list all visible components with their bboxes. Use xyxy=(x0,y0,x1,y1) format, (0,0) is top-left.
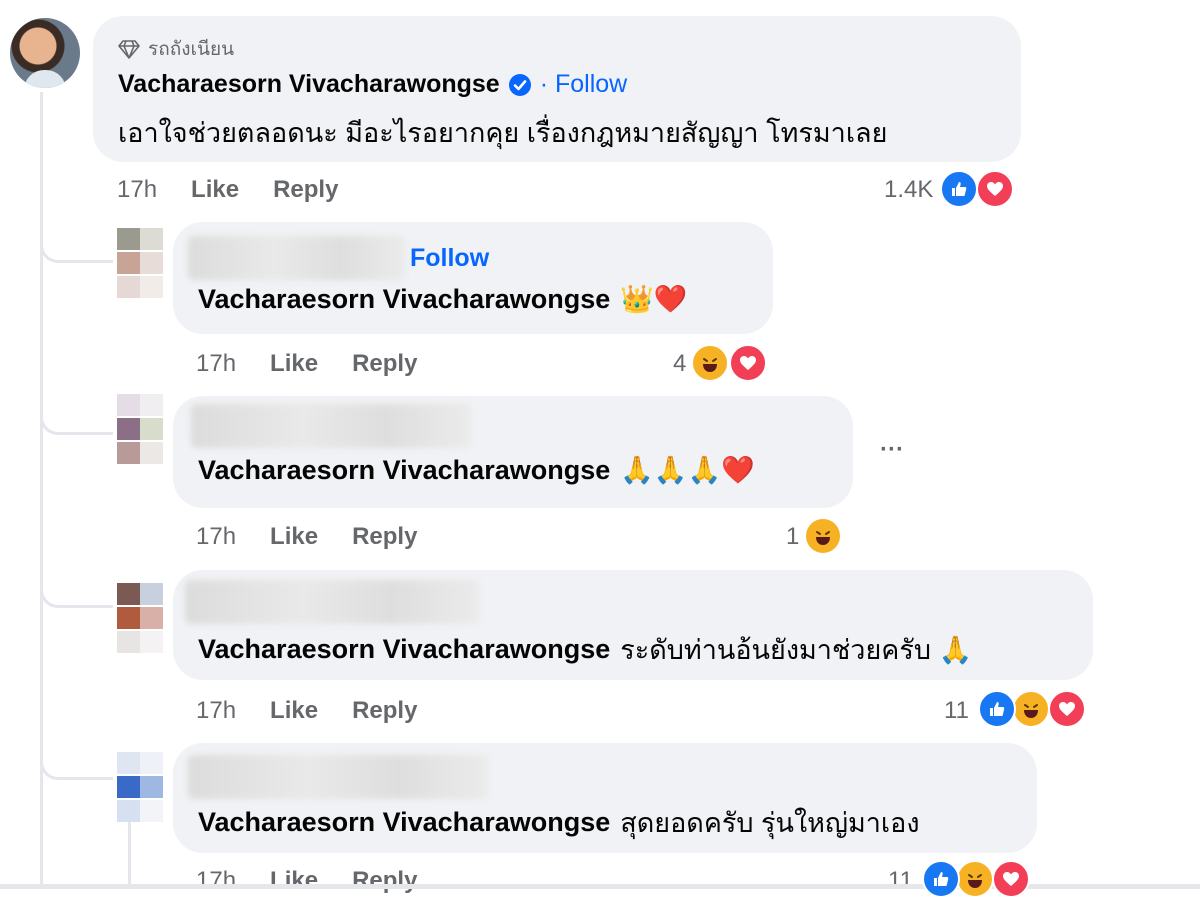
reaction-count[interactable]: 11 xyxy=(888,867,913,895)
avatar[interactable] xyxy=(117,752,163,822)
reply-actions: 17h Like Reply xyxy=(196,523,417,551)
reaction-count[interactable]: 4 xyxy=(673,350,686,378)
haha-reaction-icon xyxy=(804,517,842,555)
reply-button[interactable]: Reply xyxy=(352,523,417,550)
reply-bubble: Vacharaesorn Vivacharawongse 🙏🙏🙏❤️ xyxy=(173,396,853,508)
comment-text: เอาใจช่วยตลอดนะ มีอะไรอยากคุย เรื่องกฎหม… xyxy=(118,118,888,148)
follow-button[interactable]: Follow xyxy=(410,244,489,273)
blurred-author-name xyxy=(191,404,471,448)
timestamp[interactable]: 17h xyxy=(196,523,236,550)
reply-button[interactable]: Reply xyxy=(273,176,338,203)
diamond-icon xyxy=(118,38,140,60)
thread-branch xyxy=(40,410,113,435)
thread-branch xyxy=(40,238,113,263)
reaction-count[interactable]: 1.4K xyxy=(884,176,933,204)
reply-actions: 17h Like Reply xyxy=(196,697,417,725)
follow-button[interactable]: · Follow xyxy=(540,70,628,99)
haha-reaction-icon xyxy=(691,344,729,382)
reply-text: 🙏🙏🙏❤️ xyxy=(620,455,755,485)
reply-button[interactable]: Reply xyxy=(352,697,417,724)
comment-bubble: รถถังเนียน Vacharaesorn Vivacharawongse … xyxy=(93,16,1021,162)
reply-text: ระดับท่านอ้นยังมาช่วยครับ 🙏 xyxy=(620,635,973,665)
reaction-count[interactable]: 11 xyxy=(944,697,969,725)
reply-text: 👑❤️ xyxy=(620,284,688,314)
thread-branch xyxy=(40,583,113,608)
like-button[interactable]: Like xyxy=(270,867,318,894)
haha-reaction-icon xyxy=(1012,690,1050,728)
reply-bubble: Follow Vacharaesorn Vivacharawongse 👑❤️ xyxy=(173,222,773,334)
reaction-count[interactable]: 1 xyxy=(786,523,799,551)
love-reaction-icon xyxy=(976,170,1014,208)
reply-button[interactable]: Reply xyxy=(352,867,417,894)
verified-badge-icon xyxy=(508,73,532,97)
reply-actions: 17h Like Reply xyxy=(196,867,417,895)
blurred-author-name xyxy=(188,236,406,280)
avatar[interactable] xyxy=(117,583,163,653)
like-button[interactable]: Like xyxy=(270,697,318,724)
mention-link[interactable]: Vacharaesorn Vivacharawongse xyxy=(198,455,610,486)
like-button[interactable]: Like xyxy=(270,350,318,377)
comment-actions: 17h Like Reply xyxy=(117,176,338,204)
thread-branch xyxy=(40,755,113,780)
reply-bubble: Vacharaesorn Vivacharawongse ระดับท่านอ้… xyxy=(173,570,1093,680)
love-reaction-icon xyxy=(1048,690,1086,728)
blurred-author-name xyxy=(185,580,480,624)
timestamp[interactable]: 17h xyxy=(196,697,236,724)
reply-text: สุดยอดครับ รุ่นใหญ่มาเอง xyxy=(620,808,920,838)
blurred-author-name xyxy=(188,755,488,799)
love-reaction-icon xyxy=(729,344,767,382)
reply-actions: 17h Like Reply xyxy=(196,350,417,378)
timestamp[interactable]: 17h xyxy=(196,867,236,894)
like-button[interactable]: Like xyxy=(270,523,318,550)
top-fan-badge: รถถังเนียน xyxy=(118,34,234,64)
more-options-icon[interactable]: ··· xyxy=(880,436,904,464)
like-reaction-icon xyxy=(922,860,960,898)
reply-bubble: Vacharaesorn Vivacharawongse สุดยอดครับ … xyxy=(173,743,1037,853)
reply-button[interactable]: Reply xyxy=(352,350,417,377)
avatar[interactable] xyxy=(117,394,163,464)
avatar[interactable] xyxy=(117,228,163,298)
mention-link[interactable]: Vacharaesorn Vivacharawongse xyxy=(198,807,610,838)
timestamp[interactable]: 17h xyxy=(196,350,236,377)
avatar[interactable] xyxy=(10,18,80,88)
commenter-name[interactable]: Vacharaesorn Vivacharawongse xyxy=(118,70,500,99)
like-button[interactable]: Like xyxy=(191,176,239,203)
mention-link[interactable]: Vacharaesorn Vivacharawongse xyxy=(198,634,610,665)
mention-link[interactable]: Vacharaesorn Vivacharawongse xyxy=(198,284,610,315)
haha-reaction-icon xyxy=(956,860,994,898)
love-reaction-icon xyxy=(992,860,1030,898)
timestamp[interactable]: 17h xyxy=(117,176,157,203)
like-reaction-icon xyxy=(978,690,1016,728)
badge-label: รถถังเนียน xyxy=(148,39,235,60)
like-reaction-icon xyxy=(940,170,978,208)
